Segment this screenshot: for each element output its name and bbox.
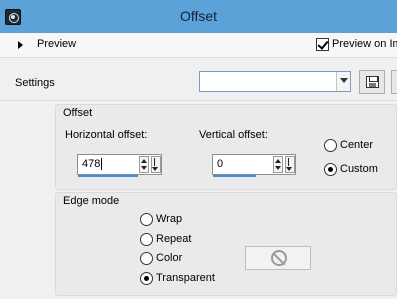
- text-caret: [101, 158, 102, 170]
- horizontal-offset-value[interactable]: 478: [82, 158, 100, 170]
- horizontal-offset-spinner-icon[interactable]: [139, 156, 149, 173]
- custom-radio-label[interactable]: Custom: [340, 163, 378, 175]
- settings-label: Settings: [15, 77, 55, 89]
- preview-on-image-label[interactable]: Preview on Im: [332, 38, 397, 50]
- vertical-offset-field[interactable]: 0: [212, 154, 296, 177]
- settings-preset-dropdown[interactable]: [199, 71, 351, 92]
- value-underline: [213, 175, 256, 177]
- wrap-radio-label[interactable]: Wrap: [156, 213, 182, 225]
- delete-preset-button[interactable]: [391, 70, 397, 94]
- edge-mode-group: Edge mode: [55, 192, 397, 296]
- edge-color-swatch[interactable]: [245, 246, 311, 270]
- no-color-icon: [271, 250, 287, 266]
- save-preset-button[interactable]: [359, 70, 385, 94]
- transparent-radio[interactable]: [140, 272, 153, 285]
- chevron-down-icon[interactable]: [336, 72, 350, 91]
- preview-on-image-checkbox[interactable]: [316, 38, 329, 51]
- custom-radio[interactable]: [324, 163, 337, 176]
- preview-toggle-label[interactable]: Preview: [37, 38, 76, 50]
- center-radio-label[interactable]: Center: [340, 139, 373, 151]
- vertical-offset-label: Vertical offset:: [199, 129, 268, 141]
- color-radio[interactable]: [140, 252, 153, 265]
- vertical-offset-slider-icon[interactable]: [285, 156, 295, 173]
- offset-group-title: Offset: [63, 107, 93, 119]
- repeat-radio-label[interactable]: Repeat: [156, 233, 191, 245]
- horizontal-offset-field[interactable]: 478: [77, 154, 162, 177]
- transparent-radio-label[interactable]: Transparent: [156, 272, 215, 284]
- repeat-radio[interactable]: [140, 233, 153, 246]
- window-title: Offset: [179, 8, 218, 24]
- divider: [0, 100, 397, 101]
- horizontal-offset-label: Horizontal offset:: [65, 129, 148, 141]
- vertical-offset-value[interactable]: 0: [217, 158, 223, 170]
- edge-mode-group-title: Edge mode: [63, 195, 120, 207]
- wrap-radio[interactable]: [140, 213, 153, 226]
- vertical-offset-spinner-icon[interactable]: [273, 156, 283, 173]
- horizontal-offset-slider-icon[interactable]: [151, 156, 161, 173]
- center-radio[interactable]: [324, 139, 337, 152]
- expand-triangle-icon[interactable]: [18, 41, 23, 49]
- color-radio-label[interactable]: Color: [156, 252, 182, 264]
- settings-row: Settings: [0, 62, 397, 102]
- floppy-disk-icon: [366, 76, 379, 88]
- title-bar: Offset: [0, 0, 397, 33]
- focus-underline: [78, 175, 138, 177]
- preview-row: Preview Preview on Im: [0, 33, 397, 58]
